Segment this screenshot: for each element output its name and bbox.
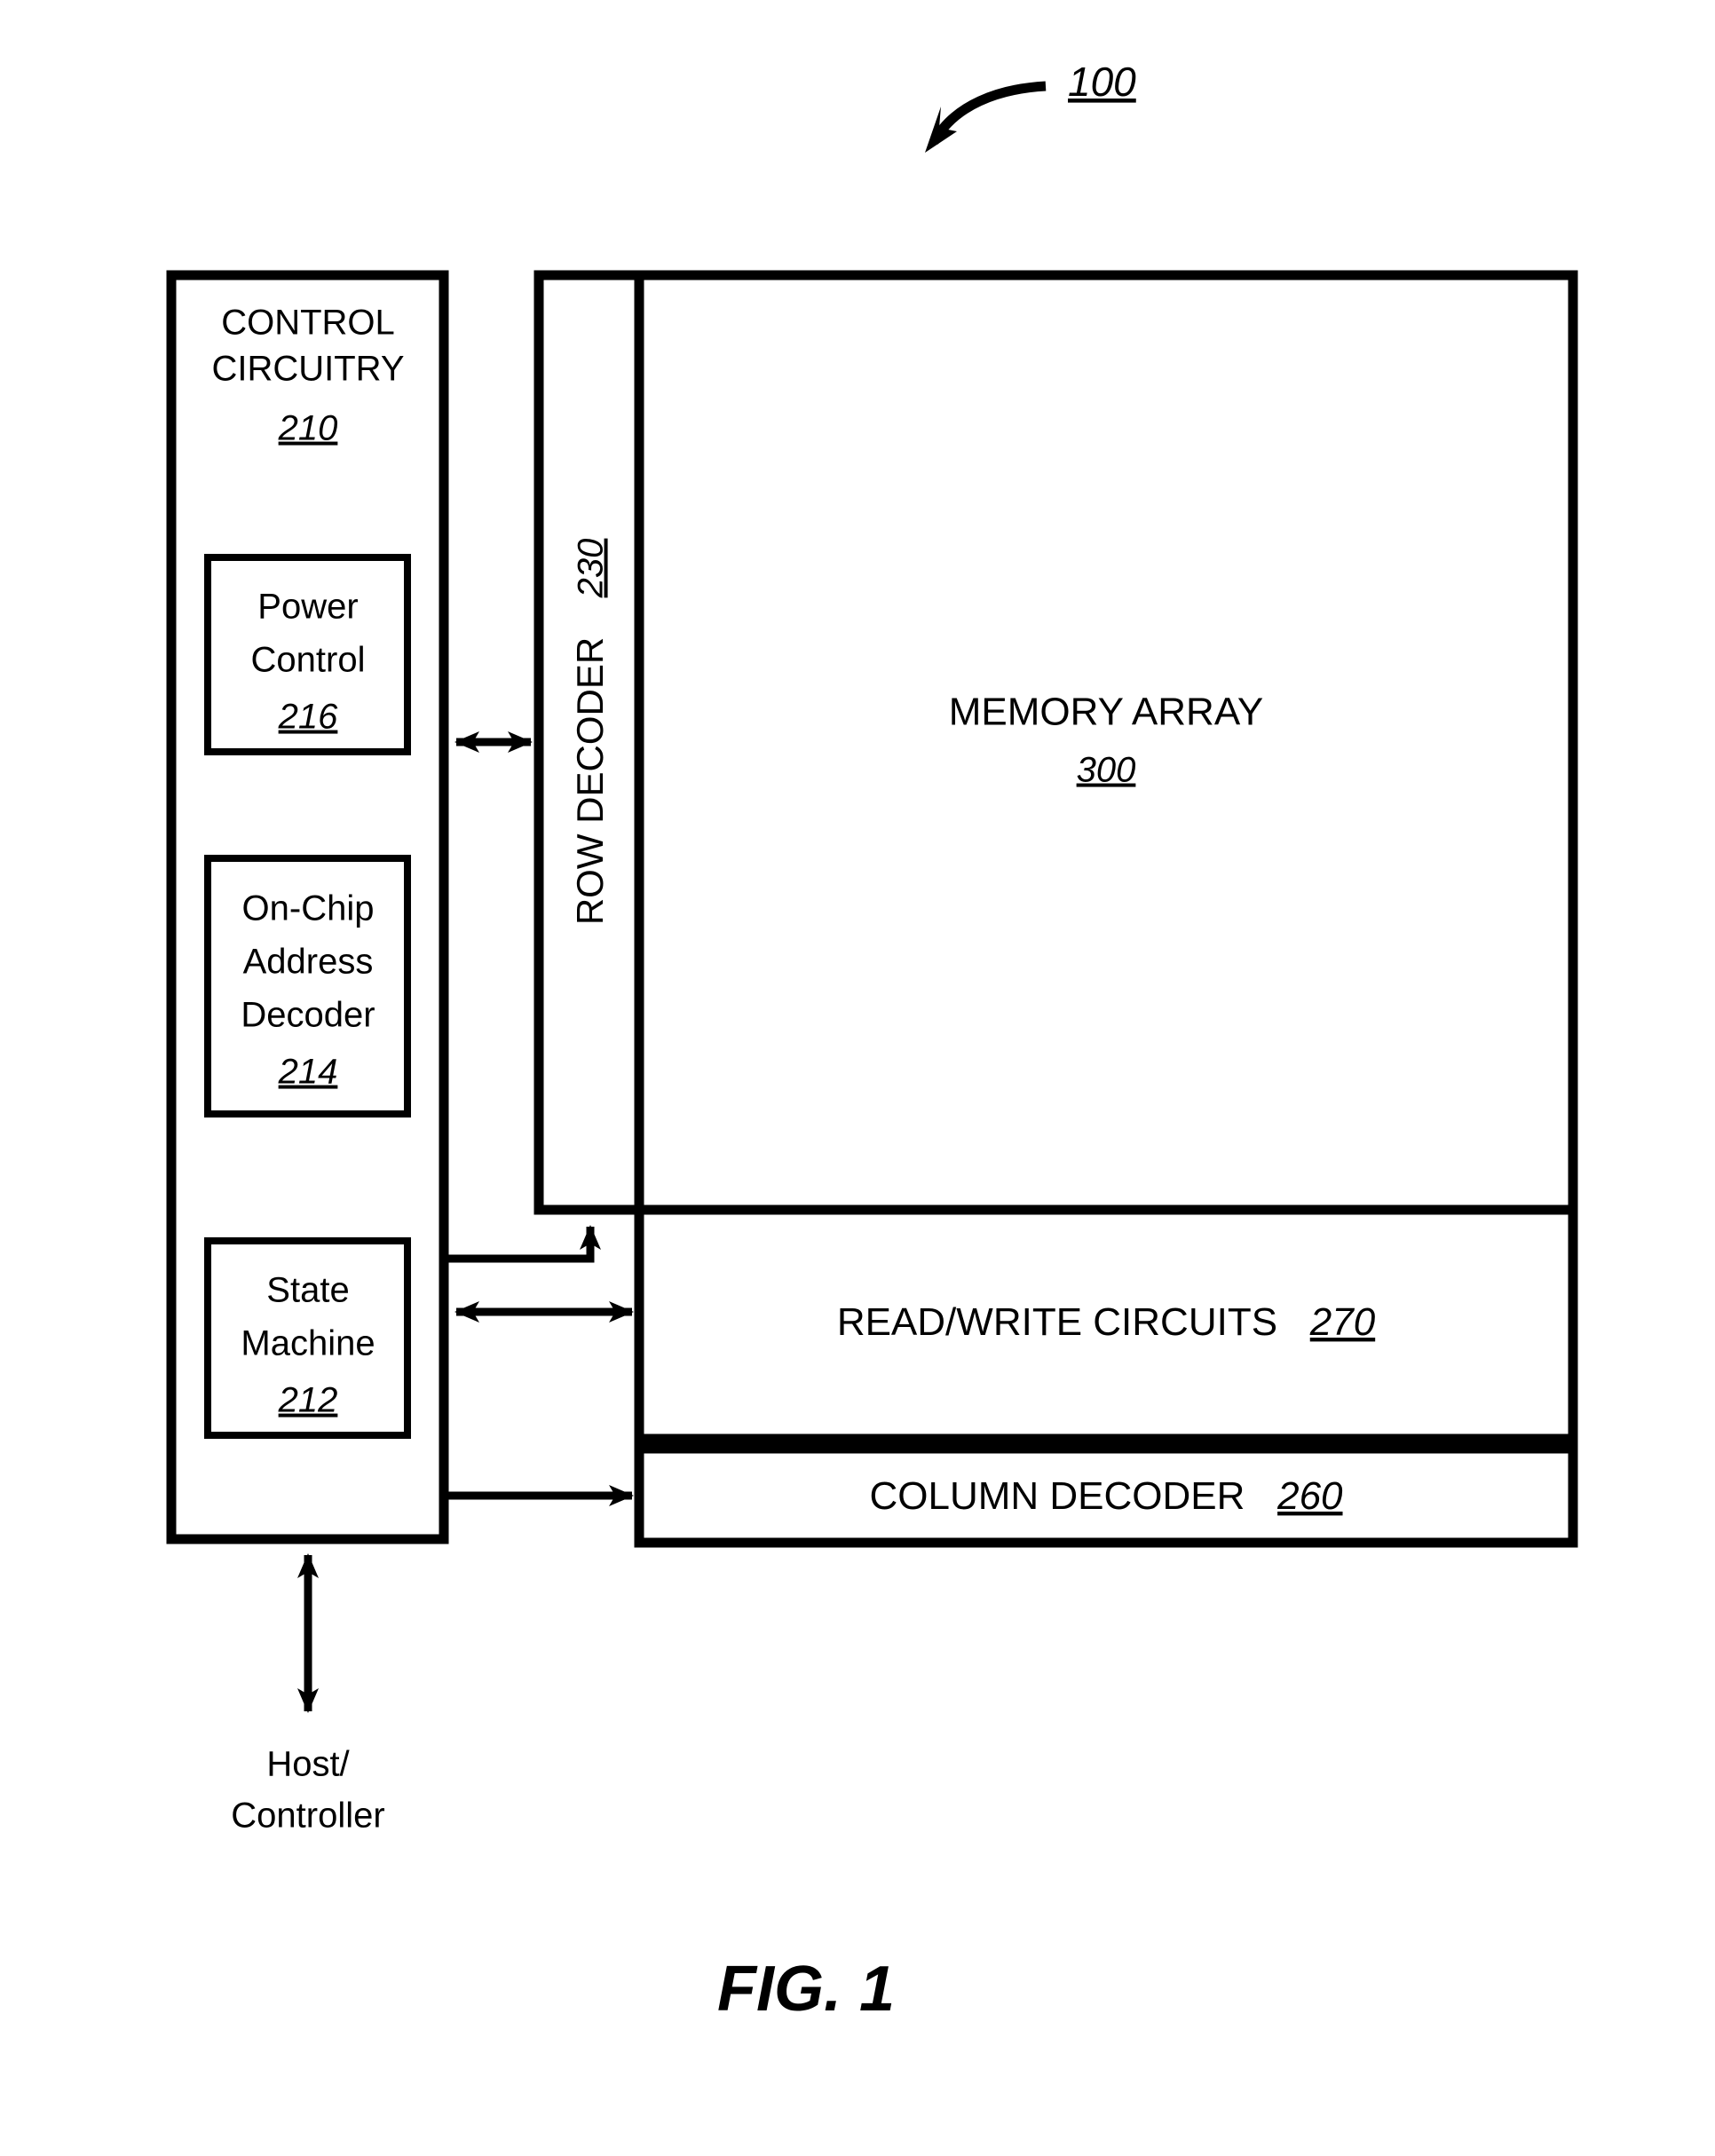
- power-control-number: 216: [278, 698, 338, 737]
- figure-reference-callout: 100: [925, 59, 1136, 153]
- memory-array-label: MEMORY ARRAY: [949, 691, 1264, 734]
- memory-system-block-diagram: 100 CONTROL CIRCUITRY 210 Power Control …: [166, 59, 1578, 2025]
- control-circuitry-number: 210: [278, 409, 338, 448]
- column-decoder-spacer: [1256, 1474, 1267, 1518]
- column-decoder-label: COLUMN DECODER: [869, 1474, 1245, 1518]
- host-controller-line1: Host/: [266, 1745, 350, 1784]
- on-chip-address-decoder-label-line2: Address: [243, 943, 374, 982]
- state-machine-module: State Machine 212: [204, 1237, 411, 1439]
- host-controller-label: Host/ Controller: [231, 1745, 384, 1836]
- state-machine-label-line1: State: [266, 1271, 349, 1310]
- row-decoder-label: ROW DECODER: [569, 637, 611, 925]
- memory-array-number: 300: [1077, 751, 1136, 790]
- figure-reference-number: 100: [1068, 59, 1136, 105]
- memory-array-block: MEMORY ARRAY 300: [634, 270, 1578, 1215]
- connector-control-to-row-decoder-bottom: [444, 1225, 601, 1263]
- read-write-circuits-number: 270: [1309, 1300, 1376, 1344]
- patent-figure: 100 CONTROL CIRCUITRY 210 Power Control …: [0, 0, 1715, 2156]
- state-machine-number: 212: [278, 1381, 338, 1420]
- state-machine-label-line2: Machine: [241, 1324, 375, 1363]
- row-decoder-block: ROW DECODER 230: [533, 270, 644, 1215]
- read-write-circuits-block: READ/WRITE CIRCUITS 270: [634, 1204, 1578, 1444]
- host-controller-line2: Controller: [231, 1797, 384, 1836]
- control-circuitry-title-line1: CONTROL: [221, 304, 395, 343]
- read-write-circuits-label: READ/WRITE CIRCUITS: [837, 1300, 1277, 1344]
- power-control-label-line1: Power: [257, 588, 358, 627]
- column-decoder-block: COLUMN DECODER 260: [634, 1443, 1578, 1548]
- column-decoder-label-group: COLUMN DECODER 260: [869, 1474, 1343, 1518]
- on-chip-address-decoder-number: 214: [278, 1053, 338, 1092]
- power-control-label-line2: Control: [251, 641, 366, 680]
- read-write-circuits-spacer: [1288, 1300, 1299, 1344]
- figure-caption: FIG. 1: [717, 1954, 895, 2025]
- control-circuitry-title-line2: CIRCUITRY: [211, 350, 404, 389]
- memory-array-box: [634, 270, 1578, 1215]
- on-chip-address-decoder-module: On-Chip Address Decoder 214: [204, 855, 411, 1117]
- row-decoder-number: 230: [572, 539, 611, 599]
- read-write-circuits-label-group: READ/WRITE CIRCUITS 270: [837, 1300, 1376, 1344]
- power-control-module: Power Control 216: [204, 554, 411, 755]
- on-chip-address-decoder-label-line1: On-Chip: [242, 889, 375, 928]
- on-chip-address-decoder-label-line3: Decoder: [241, 996, 375, 1035]
- column-decoder-number: 260: [1276, 1474, 1343, 1518]
